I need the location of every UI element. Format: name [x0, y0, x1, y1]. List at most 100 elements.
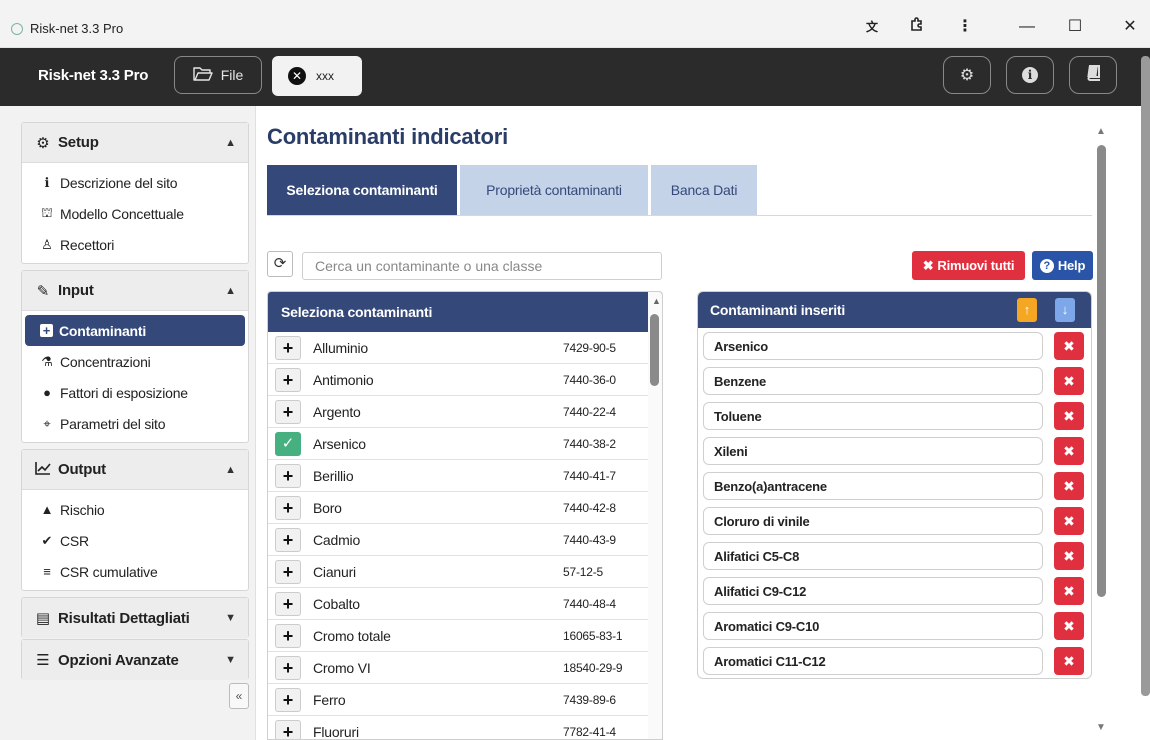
sidebar-item-csr-cumulative[interactable]: ≡ CSR cumulative [22, 556, 248, 587]
selected-contaminant[interactable]: Alifatici C9-C12 [703, 577, 1043, 605]
contaminant-name: Alluminio [313, 339, 368, 356]
contaminant-cas: 57-12-5 [563, 564, 603, 579]
selected-contaminant[interactable]: Alifatici C5-C8 [703, 542, 1043, 570]
sidebar-item-fattori[interactable]: ● Fattori di esposizione [22, 377, 248, 408]
minimize-button[interactable]: — [1012, 16, 1042, 38]
scroll-up-icon[interactable]: ▲ [652, 296, 661, 306]
plus-icon[interactable]: + [275, 463, 301, 488]
remove-icon[interactable]: ✖ [1054, 472, 1084, 500]
plus-icon[interactable]: + [275, 495, 301, 520]
selected-contaminant[interactable]: Aromatici C9-C10 [703, 612, 1043, 640]
list-scrollbar-thumb[interactable] [650, 314, 659, 386]
edit-icon: ✎ [36, 282, 50, 300]
selected-contaminant[interactable]: Arsenico [703, 332, 1043, 360]
check-icon[interactable]: ✓ [275, 431, 301, 456]
scroll-up-icon[interactable]: ▲ [1096, 126, 1106, 137]
search-input[interactable] [302, 252, 662, 280]
contaminant-name: Fluoruri [313, 723, 359, 740]
remove-icon[interactable]: ✖ [1054, 507, 1084, 535]
sidebar-item-recettori[interactable]: ♙ Recettori [22, 229, 248, 260]
scroll-down-icon[interactable]: ▼ [1096, 722, 1106, 733]
manual-button[interactable] [1069, 56, 1117, 94]
file-button[interactable]: File [174, 56, 262, 94]
translate-icon[interactable]: 文 [857, 16, 887, 38]
refresh-button[interactable]: ⟳ [267, 251, 293, 277]
tab-proprieta[interactable]: Proprietà contaminanti [460, 165, 648, 215]
input-title: Input [58, 282, 94, 299]
remove-icon[interactable]: ✖ [1054, 437, 1084, 465]
remove-icon[interactable]: ✖ [1054, 647, 1084, 675]
plus-icon[interactable]: + [275, 399, 301, 424]
selected-contaminant[interactable]: Benzo(a)antracene [703, 472, 1043, 500]
sidebar-item-contaminanti[interactable]: + Contaminanti [25, 315, 245, 346]
remove-icon[interactable]: ✖ [1054, 612, 1084, 640]
table-icon: ▤ [35, 610, 51, 627]
sidebar-item-modello[interactable]: ⛫ Modello Concettuale [22, 198, 248, 229]
sidebar-item-label: Contaminanti [59, 322, 147, 339]
remove-icon[interactable]: ✖ [1054, 577, 1084, 605]
output-panel: Output ▲ ▲ Rischio ✔ CSR ≡ CSR cumulativ… [21, 449, 249, 591]
sidebar-item-descrizione[interactable]: ℹ Descrizione del sito [22, 167, 248, 198]
selected-contaminant[interactable]: Toluene [703, 402, 1043, 430]
move-up-button[interactable]: ↑ [1017, 298, 1037, 322]
close-circle-icon[interactable]: ✕ [288, 67, 306, 85]
opzioni-panel-header[interactable]: ☰ Opzioni Avanzate ▼ [22, 640, 248, 680]
selected-contaminant[interactable]: Cloruro di vinile [703, 507, 1043, 535]
contaminant-cas: 7440-42-8 [563, 500, 616, 515]
plus-icon[interactable]: + [275, 559, 301, 584]
plus-icon[interactable]: + [275, 719, 301, 739]
plus-icon[interactable]: + [275, 527, 301, 552]
collapse-sidebar-button[interactable]: « [229, 683, 249, 709]
risultati-panel-header[interactable]: ▤ Risultati Dettagliati ▼ [22, 598, 248, 638]
sidebar-item-label: Concentrazioni [60, 353, 151, 370]
sidebar-item-parametri[interactable]: ⌖ Parametri del sito [22, 408, 248, 439]
close-button[interactable]: ✕ [1115, 16, 1145, 38]
contaminant-cas: 7439-89-6 [563, 692, 616, 707]
menu-icon[interactable]: ⋮ [950, 16, 980, 38]
gear-icon: ⚙ [959, 67, 975, 84]
remove-icon[interactable]: ✖ [1054, 367, 1084, 395]
window-scrollbar[interactable] [1141, 56, 1150, 696]
remove-icon[interactable]: ✖ [1054, 402, 1084, 430]
window-titlebar: Risk-net 3.3 Pro 文 ⋮ — ☐ ✕ [0, 0, 1150, 48]
sidebar-item-label: Descrizione del sito [60, 174, 178, 191]
info-button[interactable]: i [1006, 56, 1054, 94]
settings-button[interactable]: ⚙ [943, 56, 991, 94]
contaminant-name: Cromo totale [313, 627, 391, 644]
sidebar-item-csr[interactable]: ✔ CSR [22, 525, 248, 556]
open-project-tab[interactable]: ✕ xxx [272, 56, 362, 96]
plus-icon[interactable]: + [275, 591, 301, 616]
selected-contaminant[interactable]: Xileni [703, 437, 1043, 465]
sidebar-item-rischio[interactable]: ▲ Rischio [22, 494, 248, 525]
page-scrollbar-thumb[interactable] [1097, 145, 1106, 597]
tab-seleziona[interactable]: Seleziona contaminanti [267, 165, 457, 215]
open-project-label: xxx [316, 69, 334, 83]
help-button[interactable]: ? Help [1032, 251, 1093, 280]
list-item: + Cromo VI 18540-29-9 [268, 652, 648, 684]
remove-icon[interactable]: ✖ [1054, 332, 1084, 360]
contaminant-name: Arsenico [313, 435, 366, 452]
maximize-button[interactable]: ☐ [1060, 16, 1090, 38]
remove-icon[interactable]: ✖ [1054, 542, 1084, 570]
question-circle-icon: ? [1039, 258, 1054, 273]
input-panel-header[interactable]: ✎ Input ▲ [22, 271, 248, 311]
selected-contaminant[interactable]: Aromatici C11-C12 [703, 647, 1043, 675]
sidebar-item-label: Rischio [60, 501, 105, 518]
selected-contaminant[interactable]: Benzene [703, 367, 1043, 395]
sidebar: ⚙ Setup ▲ ℹ Descrizione del sito ⛫ Model… [0, 106, 256, 740]
output-panel-header[interactable]: Output ▲ [22, 450, 248, 490]
plus-icon[interactable]: + [275, 623, 301, 648]
puzzle-icon[interactable] [902, 16, 932, 38]
contaminant-name: Boro [313, 499, 342, 516]
contaminant-cas: 16065-83-1 [563, 628, 623, 643]
contaminant-cas: 7440-38-2 [563, 436, 616, 451]
plus-icon[interactable]: + [275, 687, 301, 712]
remove-all-button[interactable]: ✖ Rimuovi tutti [912, 251, 1025, 280]
plus-icon[interactable]: + [275, 335, 301, 360]
plus-icon[interactable]: + [275, 367, 301, 392]
move-down-button[interactable]: ↓ [1055, 298, 1075, 322]
setup-panel-header[interactable]: ⚙ Setup ▲ [22, 123, 248, 163]
tab-banca-dati[interactable]: Banca Dati [651, 165, 757, 215]
sidebar-item-concentrazioni[interactable]: ⚗ Concentrazioni [22, 346, 248, 377]
plus-icon[interactable]: + [275, 655, 301, 680]
